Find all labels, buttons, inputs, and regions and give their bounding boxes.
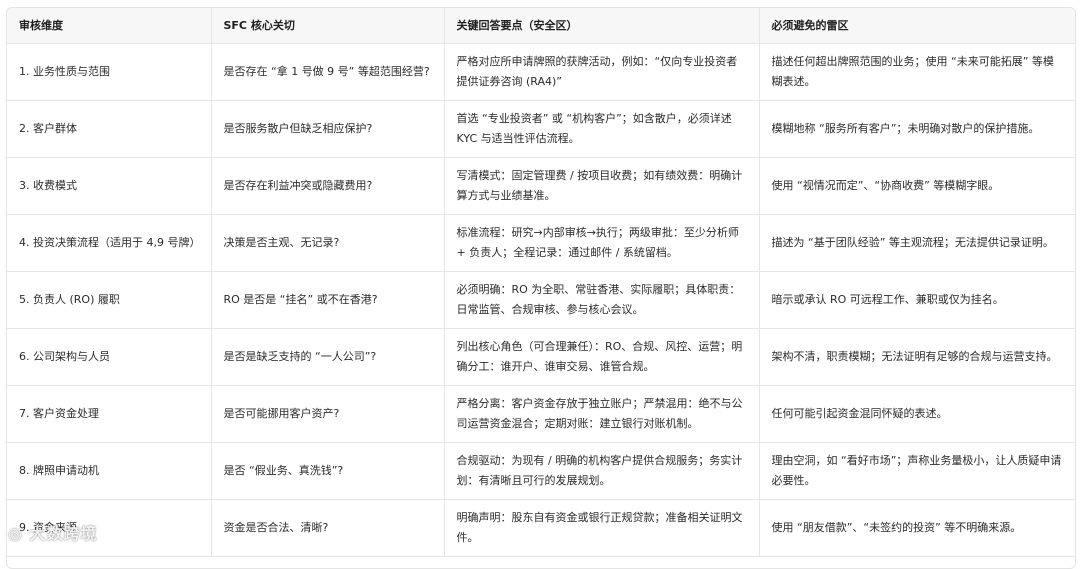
cell-key-answers: 严格对应所申请牌照的获牌活动，例如：“仅向专业投资者提供证券咨询 (RA4)” [444,43,760,101]
header-sfc-concern: SFC 核心关切 [211,8,445,44]
cell-dimension: 1. 业务性质与范围 [7,43,212,101]
table-row: 3. 收费模式 是否存在利益冲突或隐藏费用? 写清模式：固定管理费 / 按项目收… [7,157,1075,215]
cell-dimension: 9. 资金来源 [7,499,212,557]
cell-dimension: 3. 收费模式 [7,157,212,215]
table-row: 1. 业务性质与范围 是否存在 “拿 1 号做 9 号” 等超范围经营? 严格对… [7,43,1075,101]
table-row: 8. 牌照申请动机 是否 “假业务、真洗钱”? 合规驱动：为现有 / 明确的机构… [7,442,1075,500]
table-row: 9. 资金来源 资金是否合法、清晰? 明确声明：股东自有资金或银行正规贷款；准备… [7,499,1075,557]
cell-pitfalls: 使用 “视情况而定”、“协商收费” 等模糊字眼。 [759,157,1075,215]
cell-key-answers: 写清模式：固定管理费 / 按项目收费；如有绩效费：明确计算方式与业绩基准。 [444,157,760,215]
cell-dimension: 7. 客户资金处理 [7,385,212,443]
cell-key-answers: 首选 “专业投资者” 或 “机构客户”；如含散户，必须详述 KYC 与适当性评估… [444,100,760,158]
table-row: 2. 客户群体 是否服务散户但缺乏相应保护? 首选 “专业投资者” 或 “机构客… [7,100,1075,158]
header-key-answers: 关键回答要点（安全区） [444,8,760,44]
cell-dimension: 6. 公司架构与人员 [7,328,212,386]
cell-sfc-concern: 是否存在利益冲突或隐藏费用? [211,157,445,215]
header-pitfalls: 必须避免的雷区 [759,8,1075,44]
cell-sfc-concern: RO 是否是 “挂名” 或不在香港? [211,271,445,329]
review-table-container: 审核维度 SFC 核心关切 关键回答要点（安全区） 必须避免的雷区 1. 业务性… [6,7,1076,569]
table-row: 4. 投资决策流程（适用于 4,9 号牌） 决策是否主观、无记录? 标准流程：研… [7,214,1075,272]
cell-pitfalls: 架构不清，职责模糊；无法证明有足够的合规与运营支持。 [759,328,1075,386]
cell-sfc-concern: 是否可能挪用客户资产? [211,385,445,443]
cell-pitfalls: 理由空洞，如 “看好市场”；声称业务量极小，让人质疑申请必要性。 [759,442,1075,500]
cell-sfc-concern: 是否服务散户但缺乏相应保护? [211,100,445,158]
cell-sfc-concern: 决策是否主观、无记录? [211,214,445,272]
table-row: 5. 负责人 (RO) 履职 RO 是否是 “挂名” 或不在香港? 必须明确：R… [7,271,1075,329]
cell-key-answers: 必须明确：RO 为全职、常驻香港、实际履职；具体职责：日常监管、合规审核、参与核… [444,271,760,329]
cell-pitfalls: 描述任何超出牌照范围的业务；使用 “未来可能拓展” 等模糊表述。 [759,43,1075,101]
cell-key-answers: 严格分离：客户资金存放于独立账户；严禁混用：绝不与公司运营资金混合；定期对账：建… [444,385,760,443]
cell-dimension: 8. 牌照申请动机 [7,442,212,500]
cell-sfc-concern: 资金是否合法、清晰? [211,499,445,557]
cell-key-answers: 明确声明：股东自有资金或银行正规贷款；准备相关证明文件。 [444,499,760,557]
cell-key-answers: 列出核心角色（可合理兼任）：RO、合规、风控、运营；明确分工：谁开户、谁审交易、… [444,328,760,386]
cell-pitfalls: 描述为 “基于团队经验” 等主观流程；无法提供记录证明。 [759,214,1075,272]
cell-dimension: 4. 投资决策流程（适用于 4,9 号牌） [7,214,212,272]
cell-pitfalls: 模糊地称 “服务所有客户”；未明确对散户的保护措施。 [759,100,1075,158]
header-dimension: 审核维度 [7,8,212,44]
cell-pitfalls: 暗示或承认 RO 可远程工作、兼职或仅为挂名。 [759,271,1075,329]
cell-key-answers: 标准流程：研究→内部审核→执行；两级审批：至少分析师 + 负责人；全程记录：通过… [444,214,760,272]
cell-sfc-concern: 是否 “假业务、真洗钱”? [211,442,445,500]
cell-pitfalls: 任何可能引起资金混同怀疑的表述。 [759,385,1075,443]
cell-sfc-concern: 是否是缺乏支持的 “一人公司”? [211,328,445,386]
table-row: 7. 客户资金处理 是否可能挪用客户资产? 严格分离：客户资金存放于独立账户；严… [7,385,1075,443]
table-header-row: 审核维度 SFC 核心关切 关键回答要点（安全区） 必须避免的雷区 [7,8,1075,44]
cell-pitfalls: 使用 “朋友借款”、“未签约的投资” 等不明确来源。 [759,499,1075,557]
cell-key-answers: 合规驱动：为现有 / 明确的机构客户提供合规服务；务实计划：有清晰且可行的发展规… [444,442,760,500]
review-table: 审核维度 SFC 核心关切 关键回答要点（安全区） 必须避免的雷区 1. 业务性… [7,8,1075,557]
cell-dimension: 2. 客户群体 [7,100,212,158]
cell-dimension: 5. 负责人 (RO) 履职 [7,271,212,329]
table-row: 6. 公司架构与人员 是否是缺乏支持的 “一人公司”? 列出核心角色（可合理兼任… [7,328,1075,386]
cell-sfc-concern: 是否存在 “拿 1 号做 9 号” 等超范围经营? [211,43,445,101]
